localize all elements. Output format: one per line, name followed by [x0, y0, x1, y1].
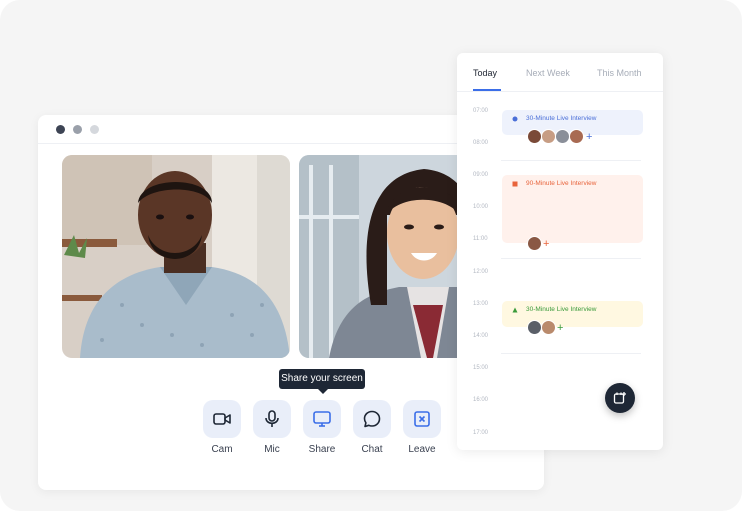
event-card-2[interactable]: 90-Minute Live Interview	[502, 175, 643, 243]
time-label: 13:00	[473, 301, 489, 307]
event-title: 30-Minute Live Interview	[526, 115, 597, 122]
mic-control[interactable]: Mic	[253, 400, 291, 455]
event-dot-icon	[512, 116, 518, 122]
cam-button[interactable]	[203, 400, 241, 438]
event-triangle-icon	[512, 307, 518, 313]
time-label: 14:00	[473, 333, 489, 339]
participant-video-1	[62, 155, 290, 358]
avatar	[569, 129, 584, 144]
leave-button[interactable]	[403, 400, 441, 438]
window-dot-maximize[interactable]	[90, 125, 99, 134]
window-dot-close[interactable]	[56, 125, 65, 134]
timeline-divider	[501, 258, 641, 259]
avatar	[541, 129, 556, 144]
cam-control[interactable]: Cam	[203, 400, 241, 455]
close-box-icon	[414, 411, 430, 427]
time-label: 15:00	[473, 365, 489, 371]
event-title: 30-Minute Live Interview	[526, 306, 597, 313]
time-label: 08:00	[473, 140, 489, 146]
time-label: 16:00	[473, 397, 489, 403]
microphone-icon	[265, 410, 279, 427]
add-event-button[interactable]	[605, 383, 635, 413]
avatar	[555, 129, 570, 144]
timeline-divider	[501, 353, 641, 354]
share-screen-tooltip: Share your screen	[279, 369, 365, 394]
calendar-add-icon	[613, 392, 626, 404]
share-button[interactable]	[303, 400, 341, 438]
tab-today[interactable]: Today	[473, 68, 497, 78]
event-card-3[interactable]: 30-Minute Live Interview	[502, 301, 643, 327]
avatar	[527, 236, 542, 251]
time-label: 09:00	[473, 172, 489, 178]
add-attendee-button[interactable]: +	[543, 239, 549, 250]
camera-icon	[213, 413, 231, 425]
leave-label: Leave	[408, 444, 436, 455]
leave-control[interactable]: Leave	[403, 400, 441, 455]
time-label: 07:00	[473, 108, 489, 114]
event-square-icon	[512, 181, 518, 187]
timeline-divider	[501, 160, 641, 161]
monitor-icon	[313, 411, 331, 427]
window-dot-minimize[interactable]	[73, 125, 82, 134]
avatar	[541, 320, 556, 335]
mic-button[interactable]	[253, 400, 291, 438]
add-attendee-button[interactable]: +	[557, 323, 563, 334]
chat-bubble-icon	[363, 410, 381, 428]
calendar-panel: Today Next Week This Month 07:00 08:00 0…	[457, 53, 663, 450]
time-label: 17:00	[473, 430, 489, 436]
chat-control[interactable]: Chat	[353, 400, 391, 455]
chat-button[interactable]	[353, 400, 391, 438]
add-attendee-button[interactable]: +	[586, 132, 592, 143]
time-label: 11:00	[473, 236, 488, 242]
cam-label: Cam	[211, 444, 233, 455]
chat-label: Chat	[361, 444, 383, 455]
event-title: 90-Minute Live Interview	[526, 180, 597, 187]
avatar	[527, 129, 542, 144]
mic-label: Mic	[264, 444, 280, 455]
time-label: 10:00	[473, 204, 489, 210]
tab-divider	[457, 91, 663, 92]
time-label: 12:00	[473, 269, 489, 275]
share-control[interactable]: Share	[303, 400, 341, 455]
tab-next-week[interactable]: Next Week	[526, 68, 570, 78]
tab-this-month[interactable]: This Month	[597, 68, 642, 78]
avatar	[527, 320, 542, 335]
share-label: Share	[308, 444, 336, 455]
